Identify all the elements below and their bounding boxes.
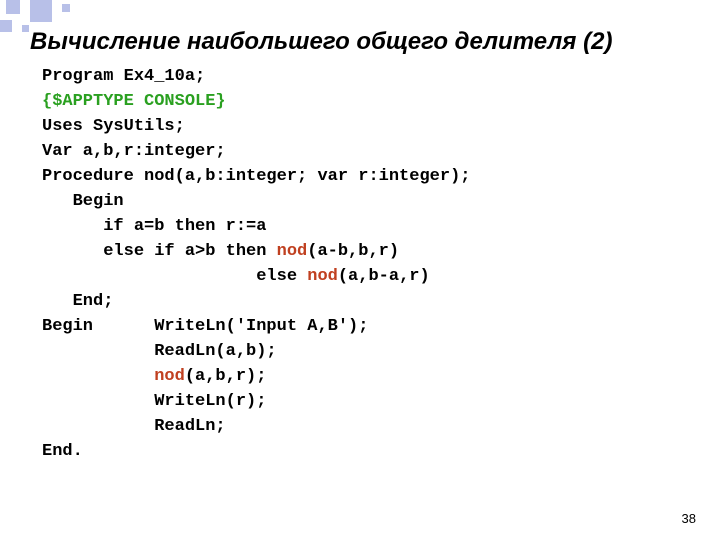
- code-line: Program Ex4_10a;: [42, 67, 205, 86]
- code-line-comment: {$APPTYPE CONSOLE}: [42, 92, 226, 111]
- code-line: (a-b,b,r): [307, 242, 399, 261]
- call-nod: nod: [277, 242, 308, 261]
- code-line: else if a>b then: [42, 242, 277, 261]
- code-line: ReadLn(a,b);: [42, 342, 277, 361]
- call-nod: nod: [307, 267, 338, 286]
- code-line: [42, 367, 154, 386]
- code-line: Begin WriteLn('Input A,B');: [42, 317, 368, 336]
- code-line: End.: [42, 442, 83, 461]
- slide-number: 38: [682, 511, 696, 526]
- code-line: else: [42, 267, 307, 286]
- code-line: (a,b-a,r): [338, 267, 430, 286]
- slide-title: Вычисление наибольшего общего делителя (…: [30, 28, 700, 56]
- code-line: Var a,b,r:integer;: [42, 142, 226, 161]
- code-line: Uses SysUtils;: [42, 117, 185, 136]
- code-line: ReadLn;: [42, 417, 226, 436]
- code-line: (a,b,r);: [185, 367, 267, 386]
- code-line: Begin: [42, 192, 124, 211]
- code-line: WriteLn(r);: [42, 392, 266, 411]
- code-line: Procedure nod(a,b:integer; var r:integer…: [42, 167, 470, 186]
- code-line: End;: [42, 292, 113, 311]
- call-nod: nod: [154, 367, 185, 386]
- code-block: Program Ex4_10a; {$APPTYPE CONSOLE} Uses…: [42, 64, 470, 464]
- code-line: if a=b then r:=a: [42, 217, 266, 236]
